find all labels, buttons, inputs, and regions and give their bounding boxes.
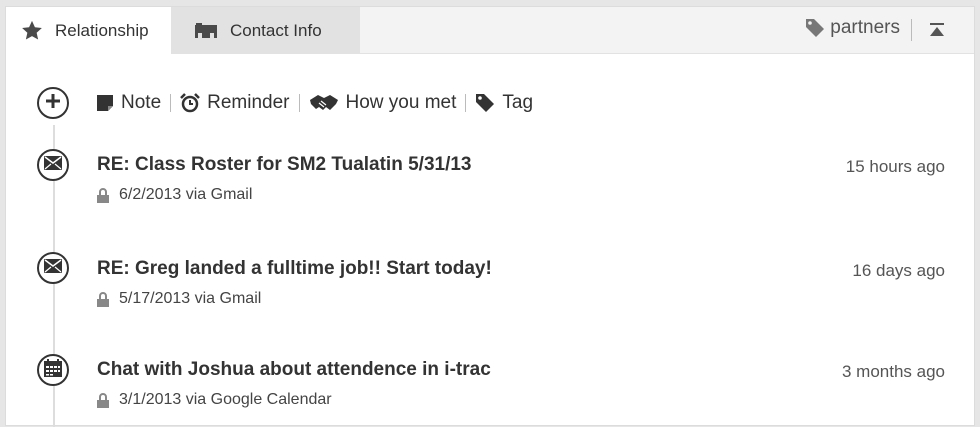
timeline-marker [37,252,69,284]
alarm-clock-icon [180,93,201,113]
plus-icon [45,93,61,114]
tag-icon [805,18,825,38]
entry-time[interactable]: 16 days ago [852,261,945,281]
tab-label: Relationship [55,20,149,40]
action-label: Reminder [207,92,290,113]
entry-title[interactable]: RE: Greg landed a fulltime job!! Start t… [97,258,492,280]
note-icon [96,94,114,112]
collapse-icon [929,23,945,41]
action-label: How you met [345,92,457,113]
lock-icon [97,291,109,307]
tab-bar: Relationship Contact Info partners [6,7,974,54]
handshake-icon [309,94,339,112]
card-icon [194,22,218,39]
tag-icon [475,93,495,113]
add-reminder-button[interactable]: Reminder [180,92,290,114]
divider [298,94,300,112]
tag-label: partners [830,17,900,38]
tab-label: Contact Info [230,20,322,40]
add-how-you-met-button[interactable]: How you met [309,92,457,114]
divider [911,19,912,41]
calendar-icon [44,358,62,382]
entry-meta-text: 3/1/2013 via Google Calendar [119,391,332,408]
divider [170,94,172,112]
tab-contact-info[interactable]: Contact Info [172,7,360,54]
star-icon [21,20,43,41]
tag-partners-link[interactable]: partners [805,17,900,39]
entry-meta-text: 5/17/2013 via Gmail [119,290,262,307]
divider [465,94,467,112]
entry-meta: 6/2/2013 via Gmail [97,186,252,204]
collapse-button[interactable] [929,23,945,42]
action-bar: Note Reminder How you met Tag [96,92,533,114]
entry-meta-text: 6/2/2013 via Gmail [119,186,253,203]
action-label: Tag [502,92,534,113]
timeline-marker [37,149,69,181]
entry-time[interactable]: 15 hours ago [846,157,945,177]
relationship-panel: Relationship Contact Info partners Note … [5,6,975,427]
add-note-button[interactable]: Note [96,92,161,114]
entry-meta: 5/17/2013 via Gmail [97,290,261,308]
tab-relationship[interactable]: Relationship [6,7,172,54]
add-tag-button[interactable]: Tag [475,92,533,114]
add-button[interactable] [37,87,69,119]
envelope-icon [44,155,62,175]
lock-icon [97,392,109,408]
entry-title[interactable]: RE: Class Roster for SM2 Tualatin 5/31/1… [97,154,472,176]
entry-time[interactable]: 3 months ago [842,362,945,382]
lock-icon [97,187,109,203]
timeline-marker [37,354,69,386]
action-label: Note [121,92,162,113]
entry-title[interactable]: Chat with Joshua about attendence in i-t… [97,359,491,381]
envelope-icon [44,258,62,278]
entry-meta: 3/1/2013 via Google Calendar [97,391,332,409]
